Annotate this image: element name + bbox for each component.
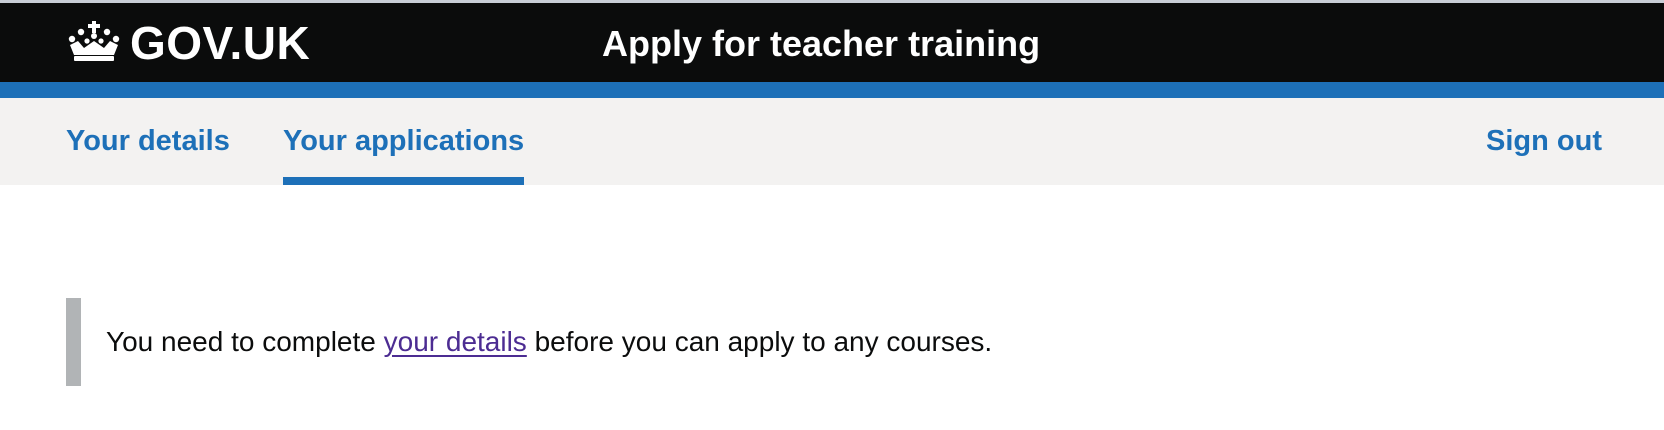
service-name-link[interactable]: Apply for teacher training [602,20,1040,68]
notice-suffix: before you can apply to any courses. [526,326,993,357]
site-header: GOV.UK Apply for teacher training [0,3,1664,82]
crown-icon [66,21,122,65]
govuk-logo-link[interactable]: GOV.UK [66,17,310,69]
sign-out-link[interactable]: Sign out [1486,98,1602,185]
notice-prefix: You need to complete [106,326,384,357]
logo-text: GOV.UK [130,17,311,69]
inset-notice: You need to complete your details before… [66,298,992,386]
primary-navigation: Your details Your applications Sign out [0,98,1664,185]
your-details-link[interactable]: your details [384,326,527,357]
nav-item-your-applications[interactable]: Your applications [283,98,525,185]
header-blue-bar [0,82,1664,98]
notice-text: You need to complete your details before… [106,326,992,358]
nav-item-your-details[interactable]: Your details [66,98,230,185]
